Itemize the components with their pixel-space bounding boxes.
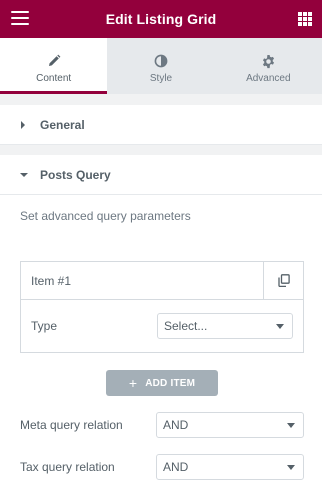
section-general-toggle[interactable]: General [0,105,322,145]
tab-style-label: Style [149,73,173,84]
tax-relation-label: Tax query relation [20,460,115,474]
tab-advanced-label: Advanced [246,73,291,84]
add-item-button[interactable]: + ADD ITEM [106,370,218,396]
repeater-item-body: Type Select... [21,300,303,352]
section-posts-query: Posts Query Set advanced query parameter… [0,155,322,493]
hamburger-icon[interactable] [11,11,29,27]
panel-tabs: Content Style Advanced [0,38,322,94]
type-select[interactable]: Select... [157,313,293,339]
duplicate-icon[interactable] [263,261,303,300]
chevron-down-icon [276,323,284,329]
tab-style[interactable]: Style [107,38,214,94]
caret-down-icon [20,172,32,178]
add-item-label: ADD ITEM [145,377,196,389]
section-posts-query-title: Posts Query [40,167,111,182]
section-posts-query-toggle[interactable]: Posts Query [0,155,322,195]
type-select-value: Select... [164,319,208,333]
gear-icon [261,53,276,69]
tab-content-label: Content [36,73,72,84]
section-general: General [0,105,322,145]
meta-relation-select[interactable]: AND [156,412,304,438]
type-label: Type [31,319,58,333]
meta-relation-label: Meta query relation [20,418,123,432]
section-general-title: General [40,118,85,132]
half-circle-icon [154,53,168,69]
section-description: Set advanced query parameters [20,209,191,223]
chevron-down-icon [287,464,295,470]
tax-relation-value: AND [163,460,189,474]
repeater-item-header: Item #1 [21,261,303,300]
tab-advanced[interactable]: Advanced [215,38,322,94]
pencil-icon [47,53,61,69]
meta-relation-value: AND [163,418,189,432]
caret-right-icon [20,121,32,129]
tax-relation-select[interactable]: AND [156,454,304,480]
tab-content[interactable]: Content [0,38,108,94]
plus-icon: + [128,375,138,391]
tax-relation-row: Tax query relation AND [20,454,304,480]
repeater-item-title[interactable]: Item #1 [21,274,263,288]
chevron-down-icon [287,422,295,428]
grid-icon[interactable] [298,12,312,26]
page-title: Edit Listing Grid [105,11,217,27]
panel-header: Edit Listing Grid [0,0,322,38]
meta-relation-row: Meta query relation AND [20,412,304,438]
query-repeater: Item #1 Type Select... [20,261,304,353]
